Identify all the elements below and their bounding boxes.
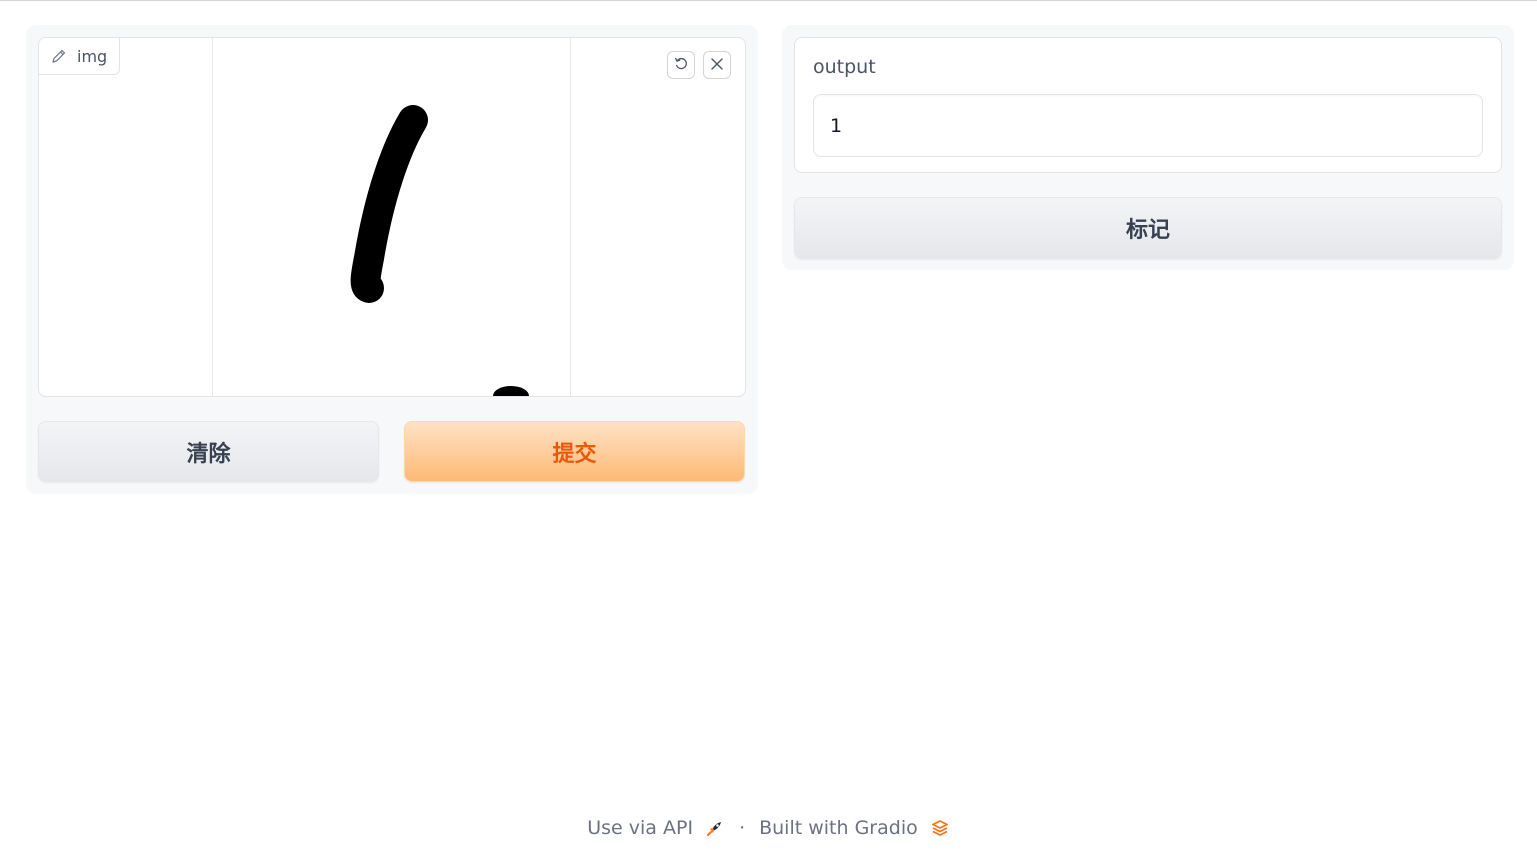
undo-button[interactable]: [667, 51, 695, 79]
handwritten-stroke: [350, 105, 529, 396]
sketchpad-canvas[interactable]: img: [38, 37, 746, 397]
submit-button[interactable]: 提交: [404, 421, 745, 482]
use-via-api-link[interactable]: Use via API: [587, 817, 693, 839]
output-label: output: [813, 56, 876, 78]
top-divider: [0, 0, 1537, 1]
flag-button[interactable]: 标记: [794, 197, 1502, 259]
output-panel: output 1 标记: [782, 25, 1514, 270]
input-panel: img 清除 提交: [26, 25, 758, 494]
close-icon: [710, 56, 724, 75]
output-textbox[interactable]: 1: [813, 94, 1483, 157]
footer-separator: ·: [739, 817, 746, 839]
sketchpad-label-tag: img: [39, 38, 121, 75]
sketchpad-label: img: [77, 46, 108, 66]
pencil-icon: [51, 48, 67, 64]
rocket-icon: [705, 818, 725, 838]
footer: Use via API · Built with Gradio: [0, 812, 1537, 844]
clear-canvas-button[interactable]: [703, 51, 731, 79]
gradio-logo-icon: [930, 818, 950, 838]
undo-icon: [673, 55, 689, 75]
output-block: output 1: [794, 37, 1502, 173]
built-with-gradio-link[interactable]: Built with Gradio: [759, 817, 918, 839]
clear-button[interactable]: 清除: [38, 421, 379, 482]
